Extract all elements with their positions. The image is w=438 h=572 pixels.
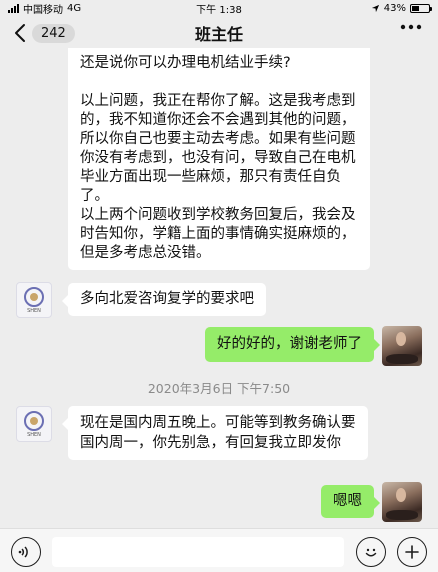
avatar-label: SHEN [27, 307, 41, 314]
carrier-label: 中国移动 [23, 4, 63, 16]
chat-header: 242 班主任 [0, 16, 438, 50]
unread-count-badge: 242 [32, 23, 75, 43]
message-bubble-incoming[interactable]: 现在是国内周五晚上。可能等到教务确认要国内周一，你先别急，有回复我立即发你 [62, 406, 368, 460]
location-icon [371, 4, 380, 13]
teacher-avatar[interactable]: SHEN [16, 406, 52, 442]
emoji-icon [365, 548, 377, 557]
battery-percent: 43% [383, 2, 406, 14]
teacher-avatar[interactable]: SHEN [16, 282, 52, 318]
my-avatar[interactable] [382, 482, 422, 522]
message-text: 多向北爱咨询复学的要求吧 [80, 291, 254, 307]
message-bubble-incoming[interactable]: 还是说你可以办理电机结业手续? 以上问题，我正在帮你了解。这是我考虑到的，我不知… [68, 48, 370, 270]
more-functions-button[interactable] [397, 537, 427, 567]
message-text: 现在是国内周五晚上。可能等到教务确认要国内周一，你先别急，有回复我立即发你 [80, 415, 356, 451]
signal-icon [8, 3, 19, 13]
message-text: 好的好的，谢谢老师了 [217, 336, 362, 352]
emoji-button[interactable] [356, 537, 386, 567]
input-bar [0, 528, 438, 572]
message-bubble-outgoing[interactable]: 好的好的，谢谢老师了 [205, 327, 380, 362]
message-input[interactable] [52, 537, 344, 567]
avatar-label: SHEN [27, 431, 41, 438]
school-logo-icon [24, 410, 44, 431]
network-label: 4G [67, 2, 82, 14]
message-text: 嗯嗯 [333, 493, 362, 509]
message-bubble-incoming[interactable]: 多向北爱咨询复学的要求吧 [62, 283, 266, 316]
status-right: 43% [371, 2, 432, 14]
message-text: 还是说你可以办理电机结业手续? 以上问题，我正在帮你了解。这是我考虑到的，我不知… [80, 55, 356, 261]
voice-icon [18, 546, 28, 558]
plus-icon [405, 545, 419, 559]
status-left: 中国移动 4G [8, 1, 81, 16]
chevron-left-icon [14, 23, 26, 43]
status-bar: 中国移动 4G 下午 1:38 43% [0, 0, 438, 16]
voice-input-button[interactable] [11, 537, 41, 567]
chat-timestamp: 2020年3月6日 下午7:50 [147, 381, 291, 396]
battery-icon [410, 3, 432, 13]
more-options-icon[interactable] [400, 24, 422, 30]
back-button[interactable]: 242 [14, 23, 75, 43]
message-bubble-outgoing[interactable]: 嗯嗯 [321, 485, 380, 518]
school-logo-icon [24, 286, 44, 307]
my-avatar[interactable] [382, 326, 422, 366]
